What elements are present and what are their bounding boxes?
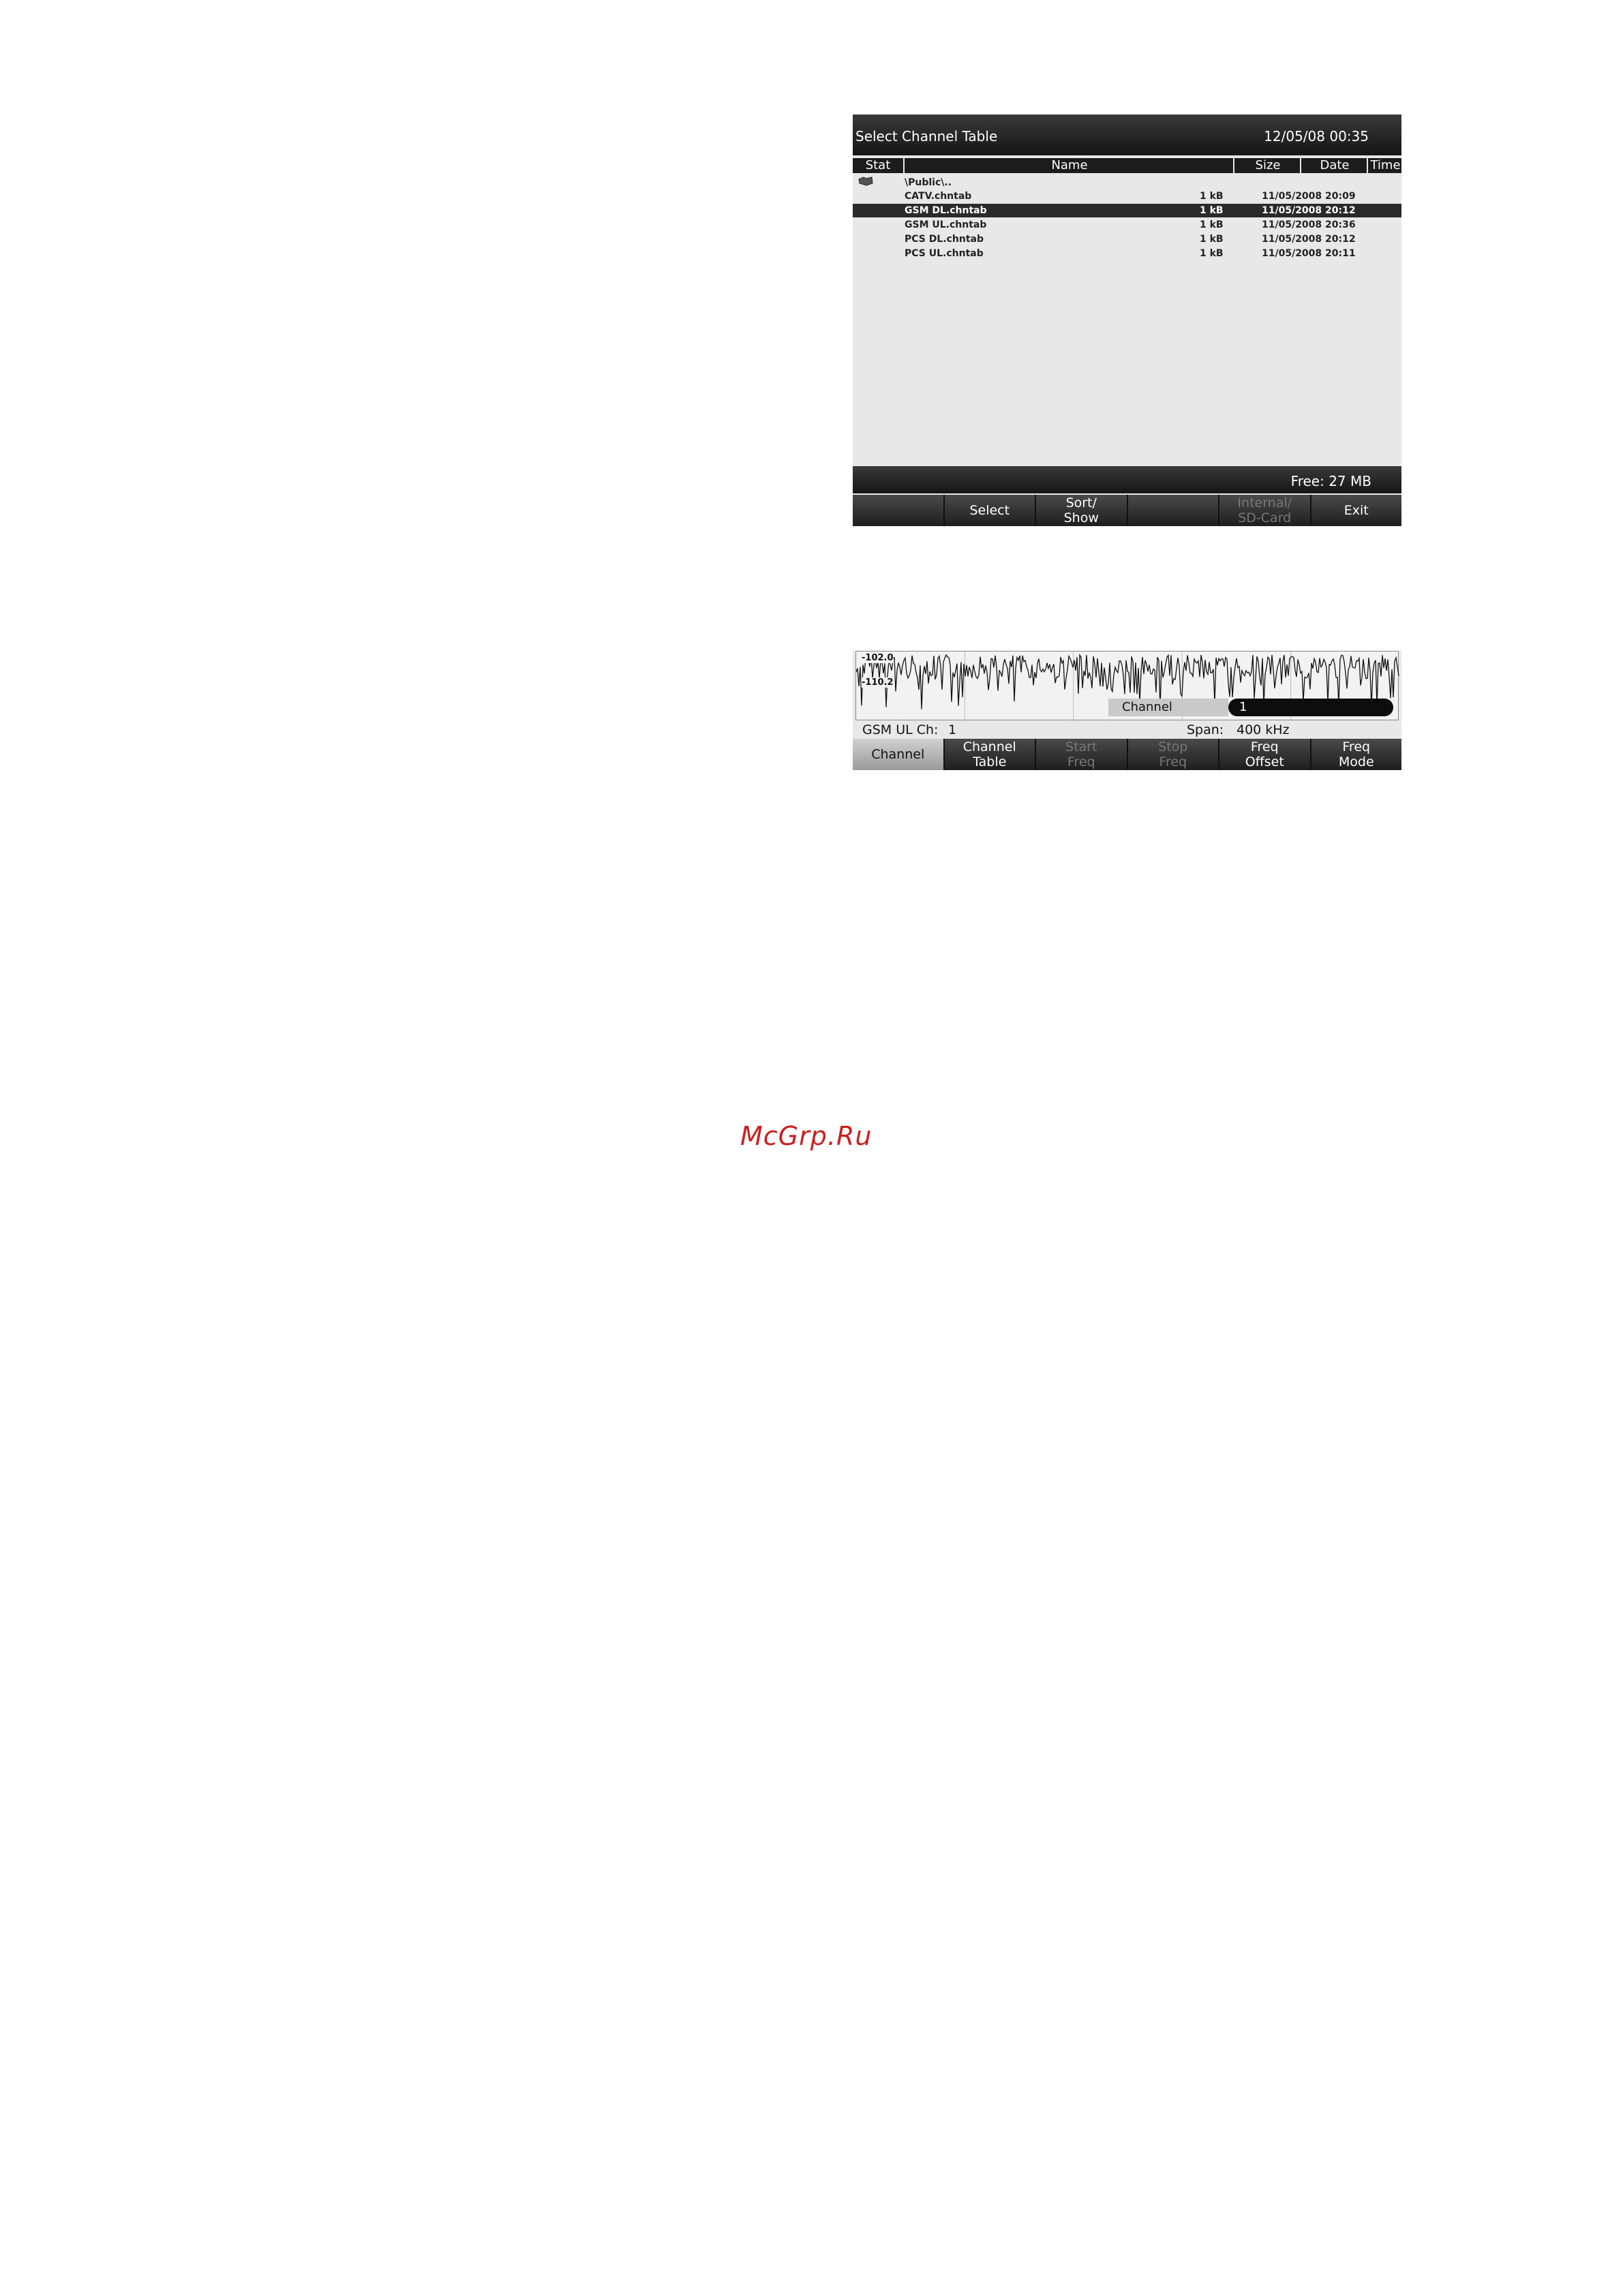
file-size: 1 kB — [1200, 219, 1224, 230]
softkey-bar: Select Sort/ Show Internal/ SD-Card Exit — [853, 495, 1401, 526]
path-label: \Public\.. — [905, 177, 952, 188]
file-size: 1 kB — [1200, 248, 1224, 259]
watermark: McGrp.Ru — [740, 1121, 873, 1151]
dialog-title: Select Channel Table — [855, 128, 998, 144]
channel-entry-label: Channel — [1108, 699, 1228, 716]
file-table-header: Stat Name Size Date Time — [853, 158, 1401, 173]
file-row[interactable]: CATV.chntab 1 kB 11/05/2008 20:09 — [853, 189, 1401, 203]
file-name: CATV.chntab — [905, 191, 972, 202]
file-softkey-sort-show[interactable]: Sort/ Show — [1036, 495, 1127, 526]
file-datetime: 11/05/2008 20:12 — [1262, 234, 1356, 245]
channel-softkey-freq-mode[interactable]: Freq Mode — [1311, 739, 1401, 770]
file-row[interactable]: GSM DL.chntab 1 kB 11/05/2008 20:12 — [853, 204, 1401, 217]
ref-level-top: -102.0 — [862, 653, 894, 663]
channel-label: GSM UL Ch: — [862, 722, 939, 737]
file-datetime: 11/05/2008 20:12 — [1262, 205, 1356, 216]
file-size: 1 kB — [1200, 191, 1224, 202]
file-datetime: 11/05/2008 20:36 — [1262, 219, 1356, 230]
span-label: Span: — [1187, 722, 1224, 737]
path-row[interactable]: \Public\.. — [853, 176, 1401, 189]
file-softkey-internal-sd-card[interactable]: Internal/ SD-Card — [1219, 495, 1310, 526]
channel-entry-screen: -102.0 -110.2 Channel 1 GSM UL Ch: 1 Spa… — [853, 651, 1401, 770]
file-datetime: 11/05/2008 20:11 — [1262, 248, 1356, 259]
file-size: 1 kB — [1200, 205, 1224, 216]
channel-entry-field[interactable]: 1 — [1228, 699, 1393, 716]
file-datetime: 11/05/2008 20:09 — [1262, 191, 1356, 202]
file-size: 1 kB — [1200, 234, 1224, 245]
file-softkey-blank-0[interactable] — [853, 495, 943, 526]
column-header-name[interactable]: Name — [903, 158, 1234, 173]
file-softkey-exit[interactable]: Exit — [1311, 495, 1401, 526]
file-row[interactable]: PCS UL.chntab 1 kB 11/05/2008 20:11 — [853, 247, 1401, 260]
info-line: GSM UL Ch: 1 Span: 400 kHz — [853, 722, 1401, 738]
ref-level-bottom: -110.2 — [862, 677, 894, 688]
softkey-bar-channel: Channel Channel Table Start Freq Stop Freq F… — [853, 739, 1401, 770]
channel-softkey-channel[interactable]: Channel — [853, 739, 943, 770]
column-header-stat[interactable]: Stat — [853, 158, 903, 173]
column-header-time[interactable]: Time — [1367, 158, 1403, 173]
free-space: Free: 27 MB — [1290, 473, 1371, 489]
channel-softkey-freq-offset[interactable]: Freq Offset — [1219, 739, 1310, 770]
channel-softkey-start-freq[interactable]: Start Freq — [1036, 739, 1127, 770]
channel-softkey-channel-table[interactable]: Channel Table — [944, 739, 1035, 770]
file-row[interactable]: PCS DL.chntab 1 kB 11/05/2008 20:12 — [853, 232, 1401, 246]
status-bar: Free: 27 MB — [853, 466, 1401, 493]
column-header-size[interactable]: Size — [1233, 158, 1301, 173]
channel-value: 1 — [948, 722, 957, 737]
column-header-date[interactable]: Date — [1300, 158, 1368, 173]
file-softkey-select[interactable]: Select — [944, 495, 1035, 526]
file-name: PCS UL.chntab — [905, 248, 984, 259]
span-value: 400 kHz — [1237, 722, 1290, 737]
file-name: GSM DL.chntab — [905, 205, 987, 216]
select-channel-table-dialog: Select Channel Table 12/05/08 00:35 Stat… — [853, 114, 1401, 526]
folder-icon — [858, 176, 873, 191]
file-row[interactable]: GSM UL.chntab 1 kB 11/05/2008 20:36 — [853, 218, 1401, 232]
channel-softkey-stop-freq[interactable]: Stop Freq — [1127, 739, 1218, 770]
date-time: 12/05/08 00:35 — [1264, 128, 1369, 144]
file-softkey-blank-3[interactable] — [1127, 495, 1218, 526]
title-bar: Select Channel Table 12/05/08 00:35 — [853, 114, 1401, 155]
file-name: PCS DL.chntab — [905, 234, 984, 245]
file-name: GSM UL.chntab — [905, 219, 987, 230]
